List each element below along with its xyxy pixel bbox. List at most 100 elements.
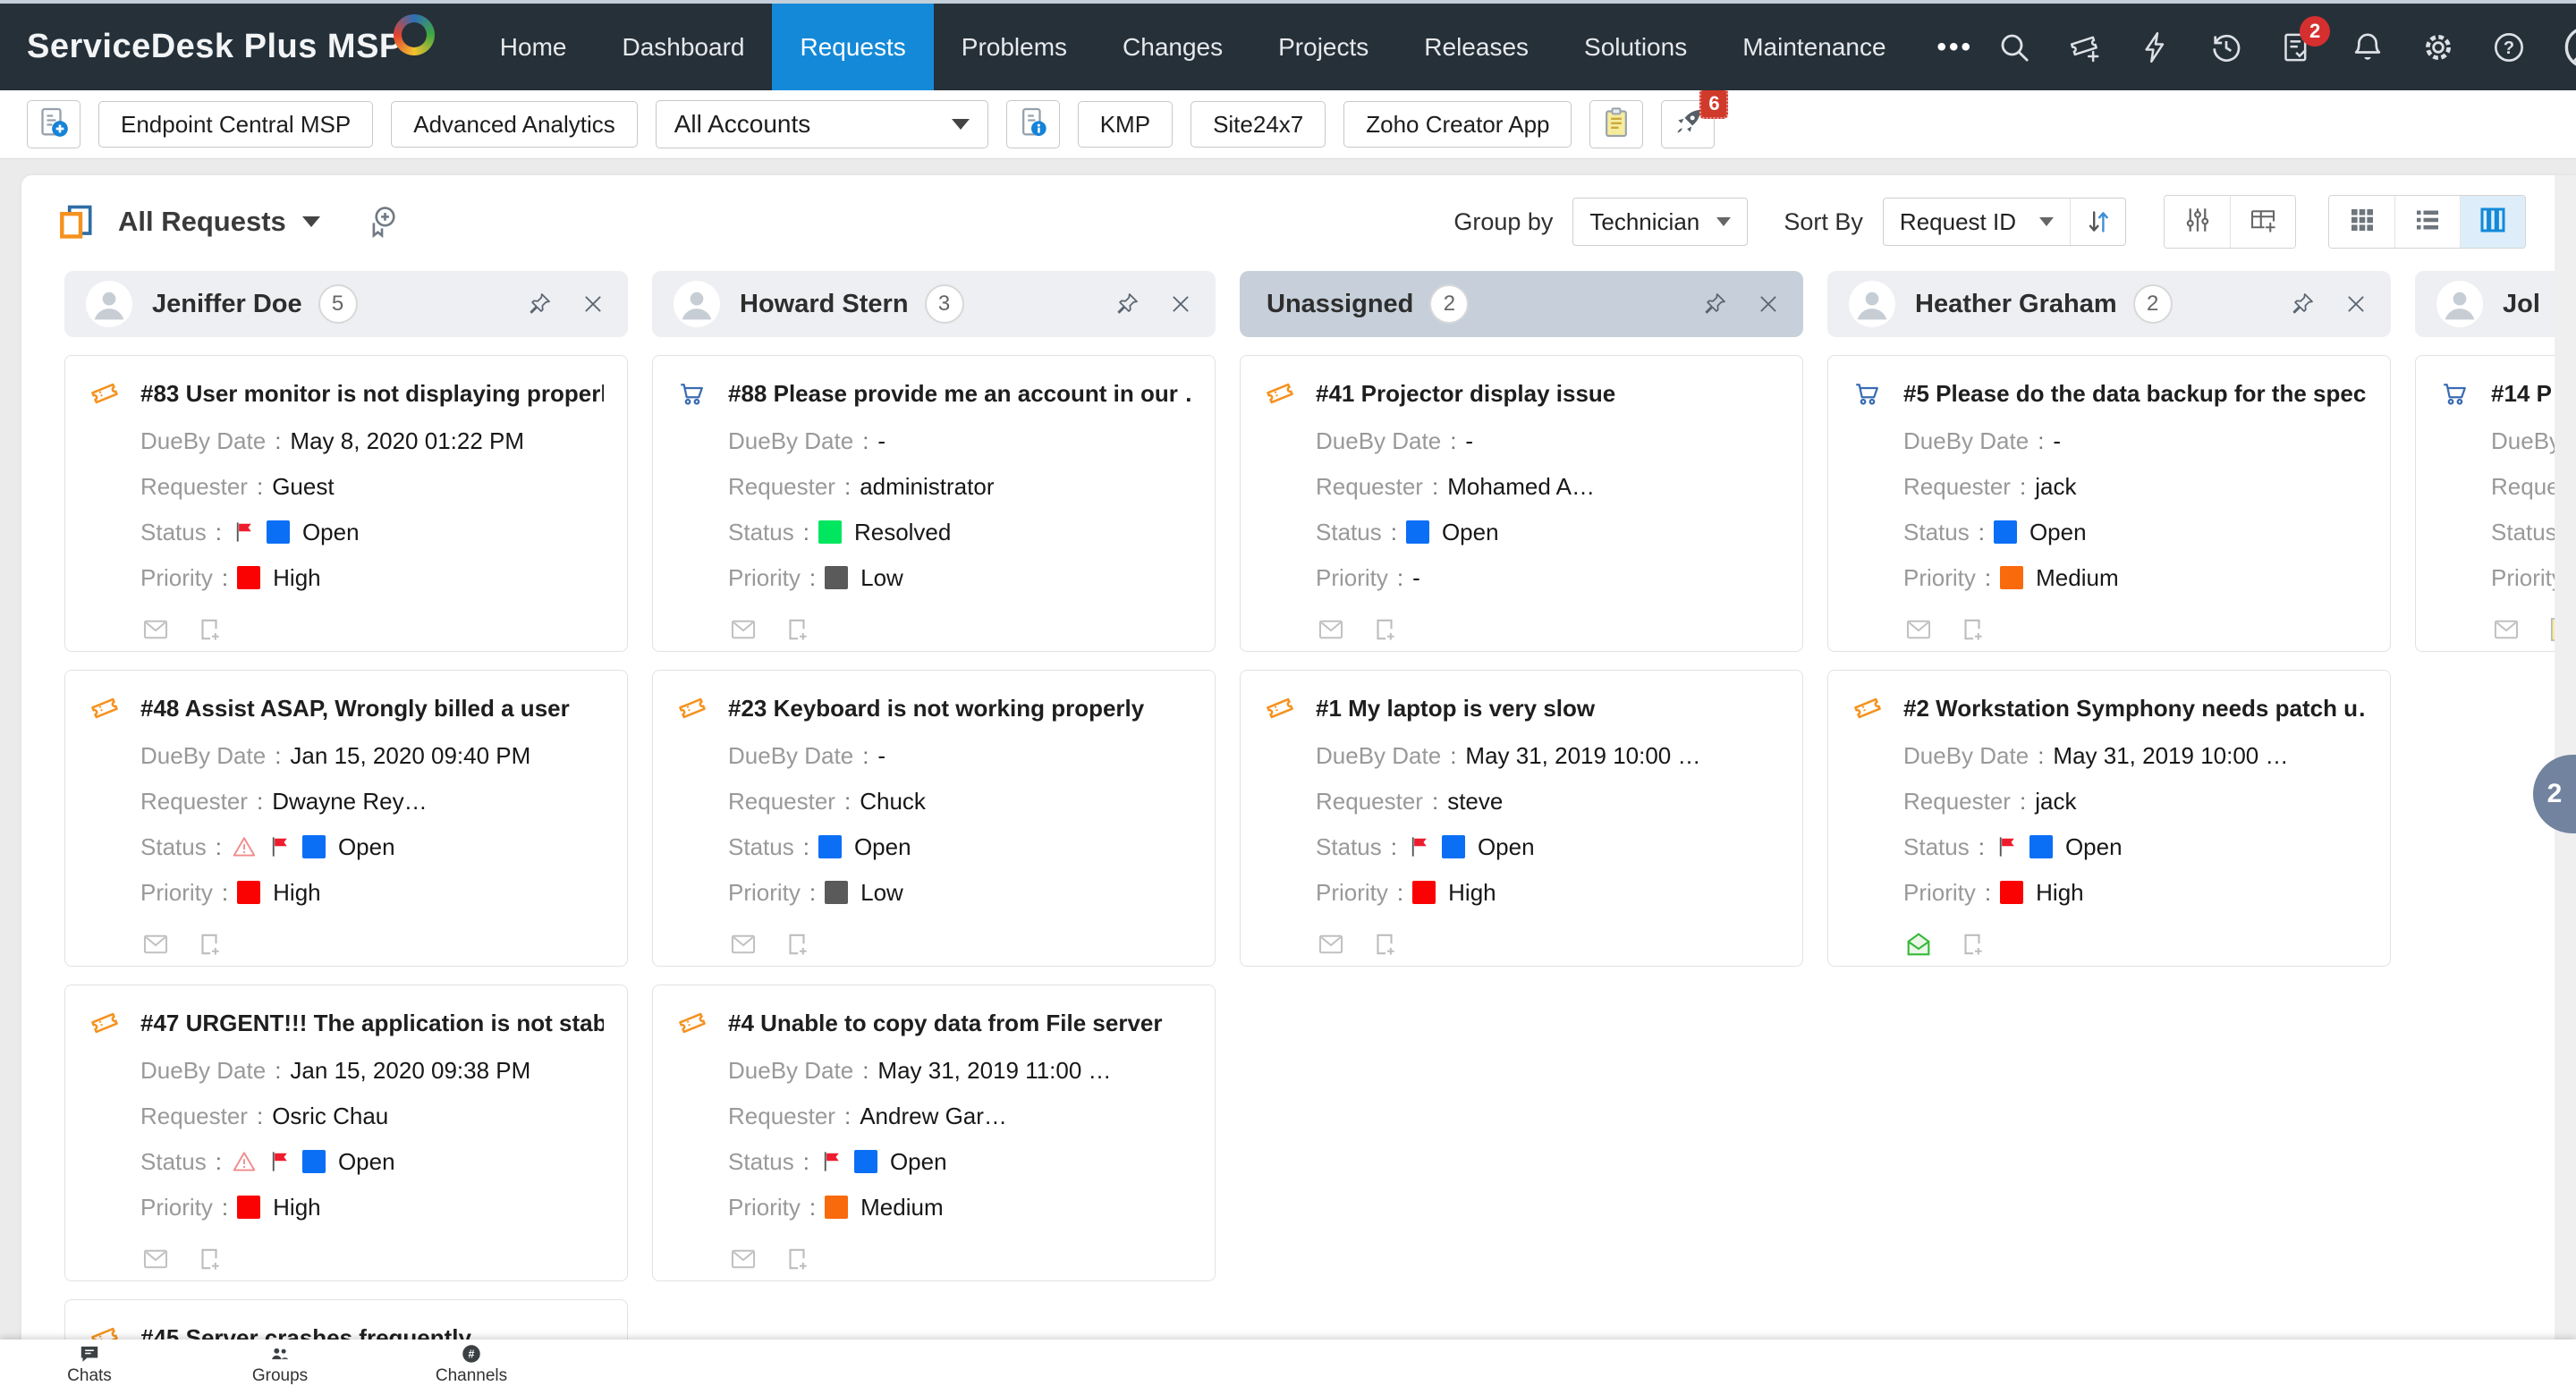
- sort-field-dropdown[interactable]: Request ID: [1884, 199, 2070, 245]
- advanced-analytics-button[interactable]: Advanced Analytics: [391, 101, 638, 148]
- add-column-button[interactable]: [2230, 196, 2295, 248]
- add-note-icon[interactable]: [194, 1244, 225, 1274]
- sort-direction-button[interactable]: [2070, 199, 2125, 245]
- column-header-heather-graham[interactable]: Heather Graham 2: [1827, 271, 2391, 337]
- email-icon[interactable]: [140, 614, 171, 645]
- view-grid-button[interactable]: [2329, 196, 2394, 248]
- close-column-icon[interactable]: [1167, 291, 1194, 317]
- email-icon[interactable]: [728, 614, 758, 645]
- search-icon[interactable]: [1996, 30, 2032, 65]
- request-title[interactable]: #1 My laptop is very slow: [1316, 692, 1595, 724]
- nav-item-problems[interactable]: Problems: [934, 4, 1095, 90]
- request-title[interactable]: #47 URGENT!!! The application is not sta…: [140, 1007, 604, 1039]
- notes-button[interactable]: [1589, 100, 1644, 148]
- quick-actions-icon[interactable]: [2138, 30, 2174, 65]
- pin-column-icon[interactable]: [526, 291, 553, 317]
- add-note-icon[interactable]: [194, 929, 225, 959]
- nav-item-changes[interactable]: Changes: [1095, 4, 1250, 90]
- whats-new-button[interactable]: 6: [1661, 89, 1729, 148]
- view-kanban-button[interactable]: [2460, 196, 2525, 248]
- settings-icon[interactable]: [2420, 30, 2456, 65]
- email-replied-icon[interactable]: [1903, 929, 1934, 959]
- recent-items-icon[interactable]: [2208, 30, 2244, 65]
- add-note-icon[interactable]: [194, 614, 225, 645]
- nav-item-requests[interactable]: Requests: [772, 4, 934, 90]
- email-icon[interactable]: [140, 1244, 171, 1274]
- request-card-23[interactable]: #23 Keyboard is not working properly DueB…: [652, 670, 1216, 967]
- nav-item-projects[interactable]: Projects: [1250, 4, 1396, 90]
- kmp-button[interactable]: KMP: [1077, 101, 1174, 148]
- close-column-icon[interactable]: [1755, 291, 1782, 317]
- email-icon[interactable]: [2491, 614, 2521, 645]
- request-card-14[interactable]: #14 PDueBy Date:Requester:Status:Priorit…: [2415, 355, 2576, 652]
- quick-add-button[interactable]: [27, 100, 80, 148]
- chats-button[interactable]: Chats: [36, 1340, 143, 1386]
- email-icon[interactable]: [1903, 614, 1934, 645]
- pin-column-icon[interactable]: [1701, 291, 1728, 317]
- request-card-48[interactable]: #48 Assist ASAP, Wrongly billed a user Du…: [64, 670, 628, 967]
- column-header-jeniffer-doe[interactable]: Jeniffer Doe 5: [64, 271, 628, 337]
- add-note-icon[interactable]: [782, 1244, 812, 1274]
- endpoint-central-msp-button[interactable]: Endpoint Central MSP: [98, 101, 374, 148]
- filter-settings-button[interactable]: [2165, 196, 2230, 248]
- request-title[interactable]: #5 Please do the data backup for the spe…: [1903, 377, 2367, 410]
- add-note-icon[interactable]: [1957, 929, 1987, 959]
- column-header-jol[interactable]: Jol: [2415, 271, 2576, 337]
- nav-item-dashboard[interactable]: Dashboard: [594, 4, 772, 90]
- nav-item-home[interactable]: Home: [472, 4, 595, 90]
- nav-item-releases[interactable]: Releases: [1396, 4, 1556, 90]
- site24x7-button[interactable]: Site24x7: [1191, 101, 1326, 148]
- channels-button[interactable]: # Channels: [418, 1340, 525, 1386]
- request-card-83[interactable]: #83 User monitor is not displaying prope…: [64, 355, 628, 652]
- view-title-caret-icon[interactable]: [301, 216, 320, 227]
- email-icon[interactable]: [1316, 929, 1346, 959]
- zoho-creator-app-button[interactable]: Zoho Creator App: [1343, 101, 1572, 148]
- request-card-1[interactable]: #1 My laptop is very slow DueBy Date: May …: [1240, 670, 1803, 967]
- nav-item-solutions[interactable]: Solutions: [1556, 4, 1715, 90]
- email-icon[interactable]: [140, 929, 171, 959]
- request-title[interactable]: #4 Unable to copy data from File server: [728, 1007, 1163, 1039]
- view-list-button[interactable]: [2394, 196, 2460, 248]
- account-details-button[interactable]: [1005, 100, 1060, 148]
- brand-logo[interactable]: ServiceDesk Plus MSP: [27, 4, 435, 90]
- add-filter-icon[interactable]: [363, 203, 401, 241]
- request-card-88[interactable]: #88 Please provide me an account in our …: [652, 355, 1216, 652]
- email-icon[interactable]: [728, 1244, 758, 1274]
- notifications-icon[interactable]: [2350, 30, 2385, 65]
- request-title[interactable]: #88 Please provide me an account in our …: [728, 377, 1191, 410]
- request-title[interactable]: #41 Projector display issue: [1316, 377, 1615, 410]
- add-request-icon[interactable]: [2067, 30, 2103, 65]
- column-header-howard-stern[interactable]: Howard Stern 3: [652, 271, 1216, 337]
- nav-item-maintenance[interactable]: Maintenance: [1715, 4, 1913, 90]
- group-by-dropdown[interactable]: Technician: [1572, 198, 1749, 246]
- column-header-unassigned[interactable]: Unassigned 2: [1240, 271, 1803, 337]
- pin-column-icon[interactable]: [1114, 291, 1140, 317]
- view-title[interactable]: All Requests: [118, 206, 286, 238]
- request-title[interactable]: #14 P: [2491, 377, 2552, 410]
- request-title[interactable]: #83 User monitor is not displaying prope…: [140, 377, 604, 410]
- pin-column-icon[interactable]: [2289, 291, 2316, 317]
- nav-more-menu-icon[interactable]: •••: [1914, 4, 1997, 90]
- request-card-2[interactable]: #2 Workstation Symphony needs patch u… Du…: [1827, 670, 2391, 967]
- add-note-icon[interactable]: [1369, 929, 1400, 959]
- approvals-icon[interactable]: 2: [2279, 15, 2331, 65]
- close-column-icon[interactable]: [580, 291, 606, 317]
- add-note-icon[interactable]: [782, 929, 812, 959]
- add-note-icon[interactable]: [1369, 614, 1400, 645]
- email-icon[interactable]: [1316, 614, 1346, 645]
- request-title[interactable]: #2 Workstation Symphony needs patch u…: [1903, 692, 2367, 724]
- help-icon[interactable]: ?: [2491, 30, 2527, 65]
- request-card-5[interactable]: #5 Please do the data backup for the spe…: [1827, 355, 2391, 652]
- close-column-icon[interactable]: [2343, 291, 2369, 317]
- request-card-47[interactable]: #47 URGENT!!! The application is not sta…: [64, 985, 628, 1281]
- user-profile-icon[interactable]: [2562, 23, 2576, 72]
- groups-button[interactable]: Groups: [226, 1340, 334, 1386]
- add-note-icon[interactable]: [1957, 614, 1987, 645]
- add-note-icon[interactable]: [782, 614, 812, 645]
- email-icon[interactable]: [728, 929, 758, 959]
- request-card-41[interactable]: #41 Projector display issue DueBy Date: - R…: [1240, 355, 1803, 652]
- request-title[interactable]: #48 Assist ASAP, Wrongly billed a user: [140, 692, 570, 724]
- accounts-dropdown[interactable]: All Accounts: [655, 100, 988, 148]
- request-card-4[interactable]: #4 Unable to copy data from File server D…: [652, 985, 1216, 1281]
- request-title[interactable]: #23 Keyboard is not working properly: [728, 692, 1144, 724]
